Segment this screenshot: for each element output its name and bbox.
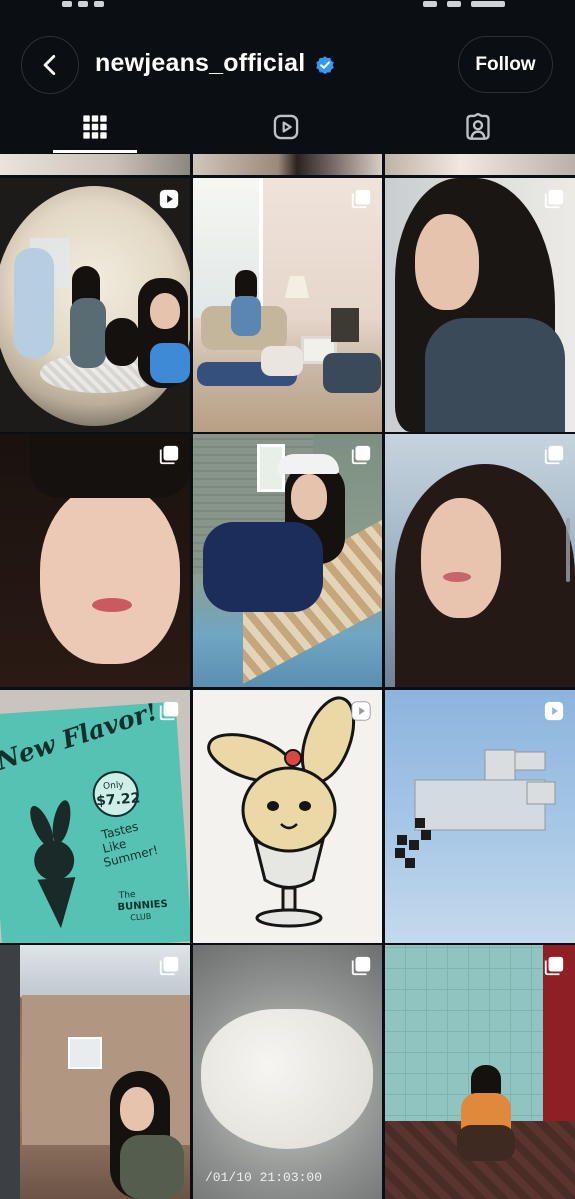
photo-person [105,318,139,366]
flyer-headline: New Flavor! [0,702,161,776]
flyer-brand: BUNNIES [117,899,168,913]
photo-face [150,293,180,329]
profile-tabs [0,104,575,154]
chevron-left-icon [43,54,56,76]
reel-icon [544,701,564,721]
photo-top [425,318,565,432]
photo-person [70,298,106,368]
post-tile[interactable] [193,690,382,943]
tab-tagged[interactable] [438,104,518,150]
post-tile[interactable] [385,178,575,432]
scrollbar-thumb[interactable] [566,518,570,582]
status-bar [0,0,575,12]
flyer-brand: The [117,890,136,901]
flyer-artwork: New Flavor! Only $7.22 Tastes Like Summe… [0,702,168,929]
photo-face [421,498,501,618]
photo-cabinet [331,308,359,342]
carousel-icon [351,956,371,976]
status-bar-left-icons [62,0,122,7]
flyer-bunny-head [34,840,75,881]
photo-person [150,343,190,383]
flyer: New Flavor! Only $7.22 Tastes Like Summe… [0,701,190,943]
post-tile[interactable] [193,434,382,687]
flyer-price: $7.22 [96,790,141,809]
post-tile[interactable] [193,178,382,432]
carousel-icon [351,445,371,465]
post-tile[interactable] [385,154,575,175]
photo-timestamp-watermark: /01/10 21:03:00 [205,1170,323,1185]
photo-sugar-heart [201,1009,373,1149]
post-tile[interactable] [0,178,190,432]
reel-icon [159,189,179,209]
photo-lips [92,598,132,612]
post-tile[interactable] [385,945,575,1199]
carousel-icon [351,189,371,209]
photo-face [120,1087,154,1131]
flyer-brand: CLUB [130,912,152,922]
reels-icon [273,114,299,140]
photo-window-frame [0,945,20,1199]
bunny-sundae-illustration [207,696,356,928]
photo-person [14,248,54,358]
photo-person [323,353,381,393]
post-tile[interactable]: /01/10 21:03:00 [193,945,382,1199]
post-tile[interactable] [385,690,575,943]
photo-cap [277,454,339,474]
status-bar-right-icons [413,0,523,7]
post-tile[interactable] [0,945,190,1199]
tab-posts-grid[interactable] [55,104,135,150]
profile-header: newjeans_official Follow [0,12,575,112]
photo-person [231,296,261,336]
posts-grid: New Flavor! Only $7.22 Tastes Like Summe… [0,154,575,1199]
flyer-price-label: Only [103,780,125,791]
post-tile[interactable] [193,154,382,175]
photo-person [261,346,303,376]
pixel-bunny-artwork [395,749,556,868]
grid-icon [83,115,107,139]
post-tile[interactable] [385,434,575,687]
carousel-icon [159,956,179,976]
profile-username: newjeans_official [95,49,306,77]
profile-screen: newjeans_official Follow New Flavor! Onl… [0,0,575,1199]
photo-face [291,474,327,520]
back-button[interactable] [21,36,79,94]
photo-lamp [285,276,309,298]
carousel-icon [544,956,564,976]
photo-face [40,484,180,664]
post-tile[interactable]: New Flavor! Only $7.22 Tastes Like Summe… [0,690,190,943]
photo-lips [443,572,471,582]
photo-window [68,1037,102,1069]
tagged-person-icon [466,113,490,140]
post-tile[interactable] [0,434,190,687]
photo-person [120,1135,184,1199]
carousel-icon [544,445,564,465]
post-tile[interactable] [0,154,190,175]
carousel-icon [159,701,179,721]
reel-icon [351,701,371,721]
verified-badge-icon [316,56,334,75]
tab-reels[interactable] [246,104,326,150]
flyer-cone [37,877,76,929]
photo-person [457,1125,515,1161]
carousel-icon [159,445,179,465]
photo-face [415,214,479,310]
follow-button[interactable]: Follow [458,36,553,93]
selected-tab-indicator [53,150,137,153]
photo-person [203,522,323,612]
carousel-icon [544,189,564,209]
